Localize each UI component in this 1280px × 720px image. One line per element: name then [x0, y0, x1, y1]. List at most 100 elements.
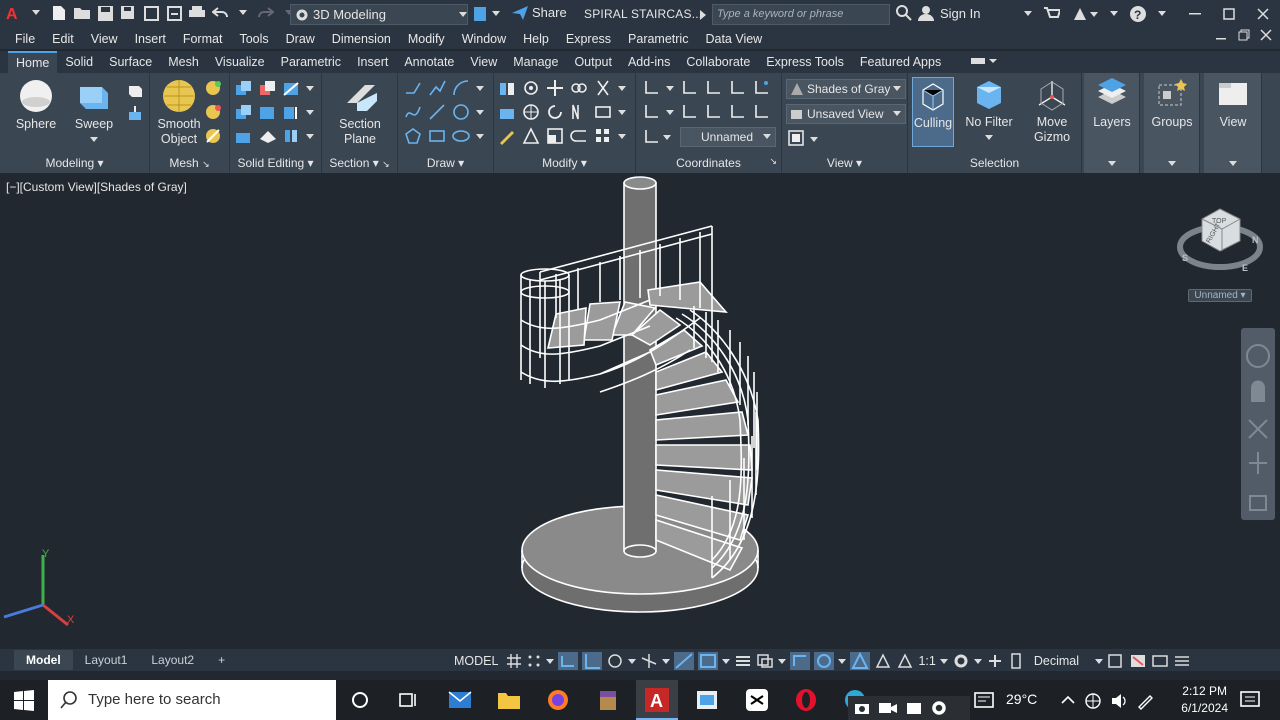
workspace-dropdown[interactable]: 3D Modeling: [290, 4, 468, 25]
doc-restore-icon[interactable]: [1238, 29, 1250, 41]
maximize-icon[interactable]: [1212, 0, 1246, 28]
tab-manage[interactable]: Manage: [505, 51, 566, 73]
units-value[interactable]: Decimal: [1034, 654, 1079, 668]
transparency-icon[interactable]: [756, 653, 774, 669]
customization-icon[interactable]: [1173, 653, 1191, 669]
orbit-icon[interactable]: [1249, 452, 1267, 474]
no-filter-button[interactable]: No Filter: [960, 79, 1018, 145]
ucs-z-icon[interactable]: [752, 79, 770, 97]
ucs-menu[interactable]: Unnamed ▾: [1188, 289, 1252, 302]
tab-parametric[interactable]: Parametric: [273, 51, 349, 73]
new-layout-button[interactable]: +: [206, 650, 237, 670]
menu-view[interactable]: View: [91, 29, 118, 49]
tab-layout1[interactable]: Layout1: [73, 650, 140, 670]
chevron-down-icon[interactable]: [973, 653, 982, 669]
line-icon[interactable]: [428, 103, 446, 121]
zoom-icon[interactable]: [1248, 419, 1268, 439]
menu-insert[interactable]: Insert: [135, 29, 166, 49]
menu-window[interactable]: Window: [462, 29, 506, 49]
chevron-down-icon[interactable]: [306, 79, 314, 97]
circle-icon[interactable]: [452, 103, 470, 121]
chevron-down-icon[interactable]: [1158, 11, 1166, 17]
modify-panel-title[interactable]: Modify ▾: [494, 156, 635, 170]
3d-osnap-icon[interactable]: [790, 652, 811, 670]
tab-visualize[interactable]: Visualize: [207, 51, 273, 73]
menu-help[interactable]: Help: [523, 29, 549, 49]
draw-panel-title[interactable]: Draw ▾: [398, 156, 493, 170]
infer-constraints-icon[interactable]: [558, 652, 579, 670]
taskbar-search[interactable]: Type here to search: [48, 680, 336, 720]
chevron-down-icon[interactable]: [722, 653, 731, 669]
viewer-icon[interactable]: [695, 688, 719, 712]
exchange-icon[interactable]: [1072, 6, 1098, 22]
scale-value[interactable]: 1:1: [918, 654, 935, 668]
menu-dimension[interactable]: Dimension: [332, 29, 391, 49]
edit-icon[interactable]: [498, 127, 516, 145]
help-icon[interactable]: ?: [1130, 6, 1146, 22]
weather-temp[interactable]: 29°C: [1006, 691, 1037, 707]
archive-icon[interactable]: [596, 688, 620, 712]
spline-icon[interactable]: [404, 103, 422, 121]
autocad-taskbar-item[interactable]: A: [636, 680, 678, 720]
chevron-down-icon[interactable]: [618, 103, 626, 121]
windows-start-icon[interactable]: [12, 688, 36, 712]
weather-icon[interactable]: [972, 688, 996, 712]
auto-scale-icon[interactable]: [874, 653, 892, 669]
3d-align-icon[interactable]: [522, 127, 540, 145]
mesh-smooth-more-icon[interactable]: [204, 79, 222, 97]
3d-move-icon[interactable]: [522, 79, 540, 97]
view-tools-panel[interactable]: View: [1204, 73, 1262, 173]
chevron-down-icon[interactable]: [628, 653, 637, 669]
section-plane-button[interactable]: Section Plane: [330, 79, 390, 147]
camera-icon[interactable]: [854, 700, 870, 716]
chevron-down-icon[interactable]: [666, 103, 674, 121]
model-space-button[interactable]: MODEL: [450, 654, 502, 668]
ucs-view-icon[interactable]: [642, 103, 660, 121]
tab-express-tools[interactable]: Express Tools: [758, 51, 852, 73]
cart-icon[interactable]: [1044, 6, 1060, 22]
chevron-down-icon[interactable]: [234, 4, 252, 22]
gizmo-icon[interactable]: [814, 652, 835, 670]
slice-icon[interactable]: [282, 79, 300, 97]
tab-annotate[interactable]: Annotate: [396, 51, 462, 73]
chevron-down-icon[interactable]: [1024, 11, 1032, 17]
menu-edit[interactable]: Edit: [52, 29, 74, 49]
array-icon[interactable]: [594, 127, 612, 145]
sphere-button[interactable]: Sphere: [10, 79, 62, 132]
offset-icon[interactable]: [570, 127, 588, 145]
rectangle-icon[interactable]: [428, 127, 446, 145]
subtract-icon[interactable]: [258, 79, 276, 97]
polygon-icon[interactable]: [404, 127, 422, 145]
chevron-down-icon[interactable]: [778, 653, 787, 669]
undo-icon[interactable]: [211, 4, 229, 22]
cortana-icon[interactable]: [348, 688, 372, 712]
separate-icon[interactable]: [234, 127, 252, 145]
sign-in-button[interactable]: Sign In: [896, 5, 980, 21]
layers-panel[interactable]: Layers: [1084, 73, 1140, 173]
3d-polyline-icon[interactable]: [428, 79, 446, 97]
doc-minimize-icon[interactable]: [1216, 29, 1228, 41]
globe-icon[interactable]: [1084, 692, 1102, 710]
visual-style-dropdown[interactable]: Shades of Gray: [786, 79, 906, 99]
autocad-logo-icon[interactable]: A: [4, 4, 22, 22]
offset-edge-icon[interactable]: [282, 127, 300, 145]
viewcube[interactable]: TOP RIGHT S E N: [1176, 203, 1266, 283]
chevron-down-icon[interactable]: [838, 653, 847, 669]
pen-icon[interactable]: [1136, 692, 1154, 710]
view-panel-title[interactable]: View ▾: [782, 156, 907, 170]
ucs-object-icon[interactable]: [728, 103, 746, 121]
object-snap-tracking-icon[interactable]: [674, 652, 695, 670]
coordinates-panel-title[interactable]: Coordinates ↘: [636, 156, 781, 170]
box-icon[interactable]: [126, 81, 144, 99]
pan-icon[interactable]: [1251, 380, 1265, 403]
notifications-icon[interactable]: [1238, 688, 1262, 712]
menu-parametric[interactable]: Parametric: [628, 29, 688, 49]
presspull-icon[interactable]: [498, 79, 516, 97]
chevron-down-icon[interactable]: [618, 79, 626, 97]
save-web-icon[interactable]: [165, 4, 183, 22]
annotation-visibility-icon[interactable]: [850, 652, 871, 670]
object-snap-icon[interactable]: [698, 652, 719, 670]
modeling-panel-title[interactable]: Modeling ▾: [0, 156, 149, 170]
tab-home[interactable]: Home: [8, 51, 58, 73]
plot-icon[interactable]: [188, 4, 206, 22]
